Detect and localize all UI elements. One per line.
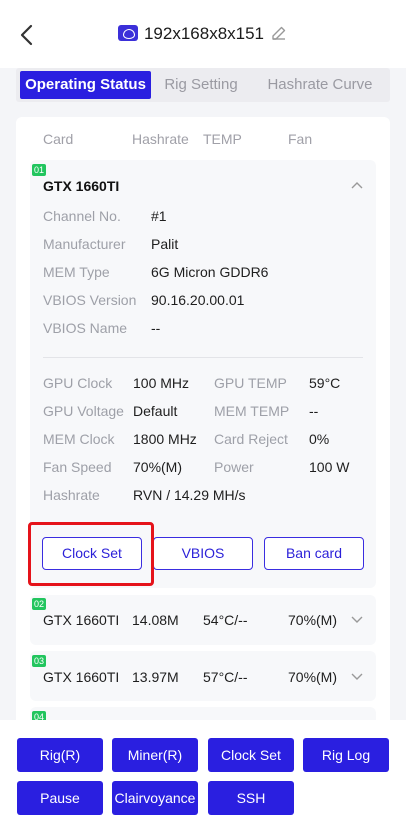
info-value: -- [151,320,161,336]
footer-clock-set-button[interactable]: Clock Set [208,738,294,772]
info-label: MEM Type [43,264,110,280]
col-header-card: Card [43,131,74,147]
stat-value: 100 W [309,459,350,475]
info-label: Channel No. [43,208,121,224]
tab-hashrate-curve[interactable]: Hashrate Curve [256,71,384,99]
tab-rig-setting[interactable]: Rig Setting [156,71,246,99]
vbios-button[interactable]: VBIOS [153,537,253,570]
card-index-badge: 01 [32,164,46,176]
col-header-temp: TEMP [203,131,242,147]
stat-label: Power [214,459,254,475]
page-title: 192x168x8x151 [143,24,265,43]
stat-value: 100 MHz [133,375,190,391]
info-value: Palit [151,236,179,252]
rig-reboot-button[interactable]: Rig(R) [17,738,103,772]
stat-label: GPU Clock [43,375,113,391]
ssh-button[interactable]: SSH [208,781,294,815]
card-name: GTX 1660TI [43,669,120,685]
stat-value: 59°C [309,375,341,391]
stat-label: Fan Speed [43,459,112,475]
miner-restart-button[interactable]: Miner(R) [112,738,198,772]
chevron-up-icon[interactable] [351,181,363,189]
col-header-hashrate: Hashrate [132,131,189,147]
info-value: 6G Micron GDDR6 [151,264,269,280]
chevron-down-icon[interactable] [351,616,363,624]
chevron-down-icon[interactable] [351,673,363,681]
card-name: GTX 1660TI [43,178,120,194]
stat-value: -- [309,403,319,419]
gpu-icon [117,25,138,41]
stat-value: RVN / 14.29 MH/s [133,487,246,503]
stat-label: Card Reject [214,431,288,447]
ban-card-button[interactable]: Ban card [264,537,364,570]
stat-value: Default [133,403,178,419]
card-temp: 57°C/-- [203,669,248,685]
top-bar: 192x168x8x151 [0,0,406,68]
card-fan: 70%(M) [288,612,338,628]
tab-bar: Operating Status Rig Setting Hashrate Cu… [16,68,390,102]
stat-value: 70%(M) [133,459,183,475]
action-bar: Rig(R) Miner(R) Clock Set Rig Log Pause … [0,720,406,833]
stat-label: MEM TEMP [214,403,290,419]
clairvoyance-button[interactable]: Clairvoyance [112,781,198,815]
stat-label: GPU Voltage [43,403,124,419]
stat-label: GPU TEMP [214,375,287,391]
col-header-fan: Fan [288,131,313,147]
card-name: GTX 1660TI [43,612,120,628]
pause-button[interactable]: Pause [17,781,103,815]
stat-label: Hashrate [43,487,100,503]
tab-operating-status[interactable]: Operating Status [20,71,151,99]
info-label: VBIOS Version [43,292,137,308]
stat-value: 0% [309,431,330,447]
card-hashrate: 14.08M [132,612,179,628]
highlight-box [28,522,154,586]
stat-label: MEM Clock [43,431,115,447]
card-index-badge: 02 [32,598,46,610]
page-title-wrap: 192x168x8x151 [0,24,406,44]
info-label: Manufacturer [43,236,126,252]
rig-log-button[interactable]: Rig Log [303,738,389,772]
divider [43,357,363,358]
stat-value: 1800 MHz [133,431,197,447]
info-value: #1 [151,208,167,224]
info-value: 90.16.20.00.01 [151,292,245,308]
card-hashrate: 13.97M [132,669,179,685]
info-label: VBIOS Name [43,320,128,336]
card-index-badge: 03 [32,655,46,667]
card-temp: 54°C/-- [203,612,248,628]
edit-icon[interactable] [270,24,288,42]
card-fan: 70%(M) [288,669,338,685]
